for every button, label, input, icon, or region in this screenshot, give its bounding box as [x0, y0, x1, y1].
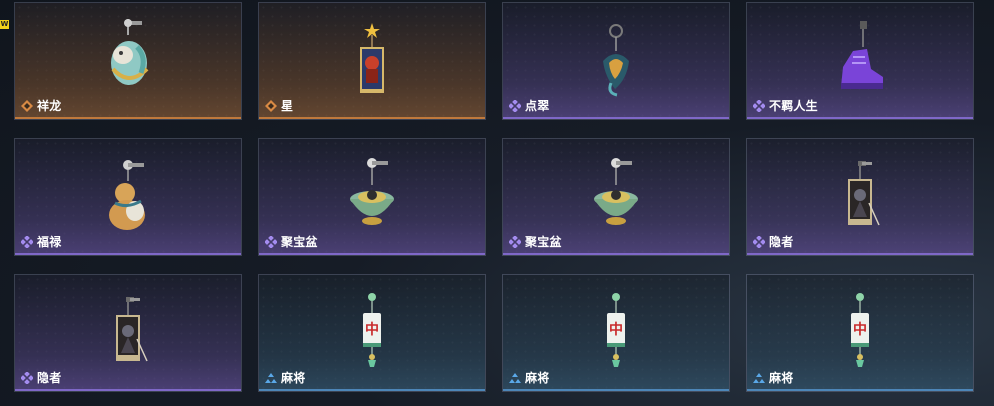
charm-label: 隐者 [21, 369, 61, 386]
treasure-bowl-charm-icon [350, 158, 394, 225]
charm-name: 麻将 [769, 371, 794, 385]
charm-card[interactable]: 中 麻将 [258, 274, 486, 392]
charm-name: 隐者 [37, 371, 62, 385]
mahjong-char: 中 [609, 321, 623, 338]
hermit-tarot-charm-icon [848, 161, 880, 226]
charm-card[interactable]: 隐者 [746, 138, 974, 256]
rarity-purple-icon [753, 99, 765, 112]
charm-card[interactable]: 点翠 [502, 2, 730, 120]
gourd-charm-icon [109, 160, 145, 230]
charm-label: 隐者 [753, 233, 793, 250]
sneaker-charm-icon [841, 21, 883, 89]
charm-label: 麻将 [509, 369, 549, 386]
charm-label: 福禄 [21, 233, 61, 250]
charm-card[interactable]: 不羁人生 [746, 2, 974, 120]
charm-label: 点翠 [509, 97, 549, 114]
treasure-bowl-charm-icon [594, 158, 638, 225]
mahjong-char: 中 [365, 321, 379, 338]
star-tarot-charm-icon [360, 23, 384, 93]
rarity-purple-icon [265, 235, 277, 248]
charm-label: 麻将 [265, 369, 305, 386]
charm-card[interactable]: 聚宝盆 [502, 138, 730, 256]
charm-card[interactable]: 隐者 [14, 274, 242, 392]
charm-card[interactable]: 祥龙 [14, 2, 242, 120]
kingfisher-charm-icon [603, 24, 629, 97]
mahjong-tile-charm-icon: 中 [363, 293, 381, 367]
charm-name: 不羁人生 [769, 99, 818, 113]
charm-label: 聚宝盆 [509, 233, 562, 250]
rarity-orange-icon [21, 99, 33, 112]
rarity-purple-icon [509, 235, 521, 248]
charm-name: 星 [281, 99, 294, 113]
charm-name: 祥龙 [37, 99, 62, 113]
charm-name: 聚宝盆 [281, 235, 318, 249]
charm-label: 星 [265, 97, 293, 114]
rarity-purple-icon [753, 235, 765, 248]
rarity-blue-icon [753, 372, 765, 383]
mahjong-char: 中 [853, 321, 867, 338]
charm-label: 麻将 [753, 369, 793, 386]
charm-grid: 祥龙 星 点翠 不羁人生 福禄 聚宝盆 聚宝盆 隐者 隐者 中 麻将 中 麻将 … [14, 2, 974, 392]
new-badge: W [0, 20, 9, 29]
charm-card[interactable]: 中 麻将 [502, 274, 730, 392]
charm-name: 麻将 [281, 371, 306, 385]
dragon-charm-icon [111, 19, 149, 85]
charm-card[interactable]: 聚宝盆 [258, 138, 486, 256]
rarity-blue-icon [509, 372, 521, 383]
charm-name: 点翠 [525, 99, 550, 113]
rarity-purple-icon [509, 99, 521, 112]
mahjong-tile-charm-icon: 中 [607, 293, 625, 367]
charm-label: 祥龙 [21, 97, 61, 114]
charm-card[interactable]: 中 麻将 [746, 274, 974, 392]
charm-name: 聚宝盆 [525, 235, 562, 249]
rarity-blue-icon [265, 372, 277, 383]
charm-name: 福禄 [37, 235, 62, 249]
charm-card[interactable]: 星 [258, 2, 486, 120]
charm-name: 隐者 [769, 235, 794, 249]
rarity-purple-icon [21, 235, 33, 248]
mahjong-tile-charm-icon: 中 [851, 293, 869, 367]
charm-name: 麻将 [525, 371, 550, 385]
rarity-purple-icon [21, 371, 33, 384]
hermit-tarot-charm-icon [116, 297, 148, 362]
charm-card[interactable]: 福禄 [14, 138, 242, 256]
charm-label: 聚宝盆 [265, 233, 318, 250]
rarity-orange-icon [265, 99, 277, 112]
charm-label: 不羁人生 [753, 97, 818, 114]
